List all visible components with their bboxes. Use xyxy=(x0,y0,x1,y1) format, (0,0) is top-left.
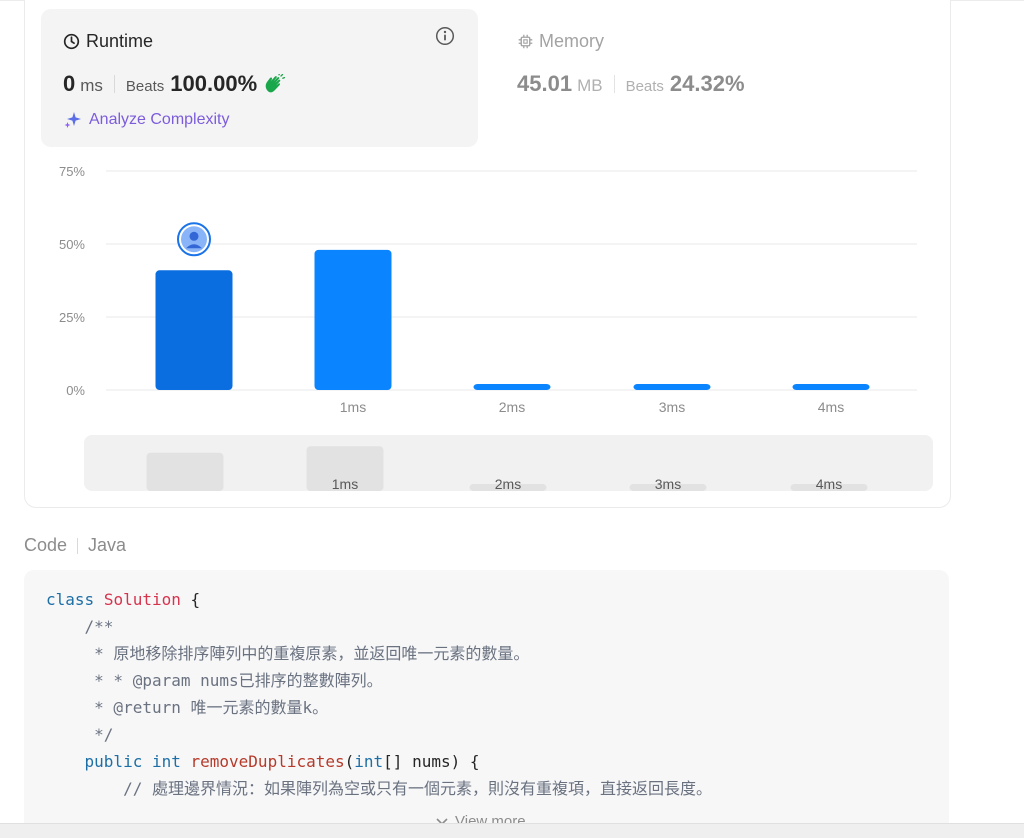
mini-bar xyxy=(146,452,224,491)
runtime-title: Runtime xyxy=(63,31,153,52)
code-line: public int removeDuplicates(int[] nums) … xyxy=(84,752,480,771)
runtime-beats-value: 100.00% xyxy=(170,71,258,96)
runtime-value: 0 xyxy=(63,71,76,96)
x-tick-label: 1ms xyxy=(340,399,366,415)
x-tick-label: 4ms xyxy=(818,399,844,415)
bar xyxy=(633,384,711,390)
bar xyxy=(314,249,392,390)
mini-x-label: 3ms xyxy=(655,476,681,491)
code-line: * @return 唯一元素的數量k。 xyxy=(46,698,329,717)
memory-beats-label: Beats xyxy=(625,78,664,95)
y-tick-label: 50% xyxy=(59,237,85,252)
mini-x-label: 1ms xyxy=(332,476,358,491)
code-line: class Solution { xyxy=(46,590,201,609)
memory-value: 45.01 xyxy=(517,71,573,96)
bar xyxy=(155,270,233,390)
code-block: class Solution { /** * 原地移除排序陣列中的重複原素，並返… xyxy=(24,570,949,837)
code-line-7-fn: removeDuplicates xyxy=(190,752,345,771)
code-line-1-class: Solution xyxy=(103,590,181,609)
runtime-card[interactable]: Runtime 0 ms Beats 100.00% Analyze Compl… xyxy=(41,9,478,147)
bar xyxy=(473,384,551,390)
code-header-divider xyxy=(77,537,79,554)
memory-metric: 45.01 MB Beats 24.32% xyxy=(517,71,745,97)
mini-x-label: 4ms xyxy=(816,476,842,491)
runtime-range-selector[interactable]: 1ms 2ms 3ms 4ms xyxy=(84,435,933,491)
code-label: Code xyxy=(24,535,68,555)
code-content: class Solution { /** * 原地移除排序陣列中的重複原素，並返… xyxy=(46,586,712,802)
code-line: * 原地移除排序陣列中的重複原素，並返回唯一元素的數量。 xyxy=(46,644,530,663)
info-icon[interactable] xyxy=(435,26,455,46)
code-line: * * @param nums已排序的整數陣列。 xyxy=(46,671,383,690)
x-tick-label: 2ms xyxy=(499,399,525,415)
runtime-distribution-chart: 75% 50% 25% 0% 1ms 2ms 3ms 4ms xyxy=(59,164,917,415)
analyze-complexity-link[interactable]: Analyze Complexity xyxy=(63,110,230,130)
runtime-metric: 0 ms Beats 100.00% xyxy=(63,71,286,97)
sparkle-icon xyxy=(64,112,81,128)
memory-title: Memory xyxy=(517,31,604,52)
memory-unit: MB xyxy=(577,76,603,95)
metric-divider xyxy=(613,75,615,93)
runtime-title-label: Runtime xyxy=(86,31,154,51)
memory-beats-value: 24.32% xyxy=(669,71,745,96)
code-line-7-type: int xyxy=(354,752,384,771)
y-tick-label: 75% xyxy=(59,164,85,179)
chip-icon xyxy=(518,34,533,49)
memory-card[interactable]: Memory 45.01 MB Beats 24.32% xyxy=(517,9,817,147)
metric-divider xyxy=(113,75,115,93)
analyze-complexity-label: Analyze Complexity xyxy=(89,111,230,128)
avatar-head xyxy=(189,231,199,241)
runtime-beats-label: Beats xyxy=(125,78,165,95)
y-tick-label: 0% xyxy=(66,383,85,398)
code-line-7-kw: public int xyxy=(84,752,181,771)
code-line: // 處理邊界情況：如果陣列為空或只有一個元素，則沒有重複項，直接返回長度。 xyxy=(46,779,712,798)
runtime-unit: ms xyxy=(80,76,103,95)
code-line-1-kw: class xyxy=(46,590,95,609)
bottom-scrollbar[interactable] xyxy=(0,823,1024,838)
memory-title-label: Memory xyxy=(539,31,605,51)
code-line: /** xyxy=(46,617,114,636)
clock-icon xyxy=(63,33,80,50)
bar xyxy=(792,384,870,390)
clap-icon xyxy=(265,74,286,93)
x-tick-label: 3ms xyxy=(659,399,685,415)
y-tick-label: 25% xyxy=(59,310,85,325)
mini-x-label: 2ms xyxy=(495,476,521,491)
code-header: Code Java xyxy=(24,535,126,556)
code-line: */ xyxy=(46,725,114,744)
code-language: Java xyxy=(88,535,127,555)
